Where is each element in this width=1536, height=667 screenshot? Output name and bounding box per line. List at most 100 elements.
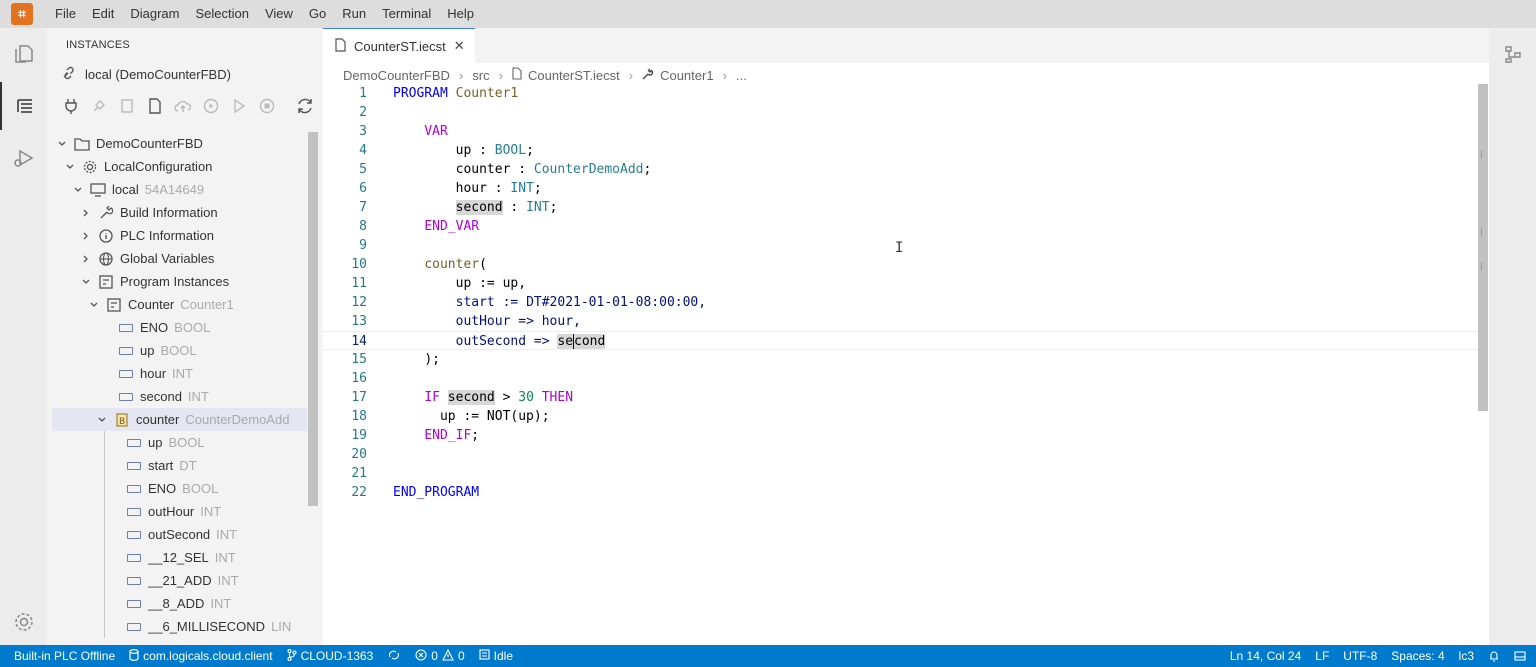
menu-edit[interactable]: Edit [84, 0, 122, 28]
sync-status[interactable] [380, 649, 408, 664]
tree-item-var[interactable]: __6_MILLISECOND LIN [52, 615, 307, 638]
breadcrumb-item[interactable]: CounterST.iecst [528, 68, 620, 83]
plc-status[interactable]: Built-in PLC Offline [0, 649, 122, 663]
tab-counterst[interactable]: CounterST.iecst ✕ [323, 28, 475, 63]
chevron-right-icon[interactable] [78, 251, 94, 267]
gear-icon [82, 159, 98, 175]
menu-file[interactable]: File [47, 0, 84, 28]
play-circle-icon[interactable] [197, 95, 225, 117]
run-icon[interactable] [225, 95, 253, 117]
menu-view[interactable]: View [257, 0, 301, 28]
settings-gear-icon[interactable] [0, 598, 47, 646]
tree-item-var[interactable]: __21_ADD INT [52, 569, 307, 592]
task-status[interactable]: Idle [472, 649, 520, 663]
tree-item-democounterfbd[interactable]: DemoCounterFBD [52, 132, 307, 155]
indentation-status[interactable]: Spaces: 4 [1384, 649, 1451, 663]
menu-run[interactable]: Run [334, 0, 374, 28]
local-connection-label: local (DemoCounterFBD) [85, 67, 231, 82]
tree-item-var[interactable]: outHour INT [52, 500, 307, 523]
code-line: 18 up := NOT(up); [351, 409, 550, 424]
chevron-right-icon[interactable] [78, 228, 94, 244]
tree-item-var[interactable]: ENO BOOL [52, 477, 307, 500]
tree-item-build-information[interactable]: Build Information [52, 201, 307, 224]
outline-icon[interactable] [1489, 30, 1536, 78]
tree-item-var[interactable]: hour INT [52, 362, 307, 385]
menu-terminal[interactable]: Terminal [374, 0, 439, 28]
chevron-down-icon[interactable] [70, 182, 86, 198]
breadcrumb-item[interactable]: ... [736, 68, 747, 83]
tree-item-counter-instance[interactable]: B counter CounterDemoAdd [52, 408, 307, 431]
menu-diagram[interactable]: Diagram [122, 0, 187, 28]
local-connection[interactable]: local (DemoCounterFBD) [61, 66, 231, 83]
app-logo-icon[interactable]: ⌗ [11, 3, 33, 25]
chevron-down-icon[interactable] [62, 159, 78, 175]
chevron-down-icon[interactable] [86, 297, 102, 313]
tree-item-var[interactable]: __12_SEL INT [52, 546, 307, 569]
sidebar-scrollbar[interactable] [308, 132, 318, 506]
tree-item-global-variables[interactable]: Global Variables [52, 247, 307, 270]
code-line-current: 14 outSecond => second [323, 331, 1488, 350]
explorer-icon[interactable] [0, 30, 47, 78]
chevron-down-icon[interactable] [94, 412, 110, 428]
connect-plug-icon[interactable] [57, 95, 85, 117]
cursor-position[interactable]: Ln 14, Col 24 [1223, 649, 1308, 663]
chevron-right-icon: › [498, 67, 503, 83]
tree-item-localconfiguration[interactable]: LocalConfiguration [52, 155, 307, 178]
build-icon[interactable] [113, 95, 141, 117]
bell-icon[interactable] [1481, 650, 1507, 662]
tree-type: INT [172, 366, 193, 381]
language-status[interactable]: lc3 [1452, 649, 1481, 663]
layout-icon[interactable] [1507, 650, 1536, 662]
menu-help[interactable]: Help [439, 0, 482, 28]
code-editor[interactable]: 1 PROGRAM Counter1 2 3 VAR 4 up : BOOL; 5… [323, 84, 1488, 502]
tree-item-var[interactable]: outSecond INT [52, 523, 307, 546]
instances-sidebar: INSTANCES local (DemoCounterFBD) DemoCou… [47, 28, 323, 645]
tree-type: BOOL [160, 343, 197, 358]
branch-status[interactable]: CLOUD-1363 [280, 648, 381, 664]
tree-item-var[interactable]: start DT [52, 454, 307, 477]
tree-label: __12_SEL [148, 550, 209, 565]
eol-status[interactable]: LF [1308, 649, 1336, 663]
instances-tree-icon[interactable] [0, 82, 47, 130]
tree-label: local [112, 182, 139, 197]
tree-item-var[interactable]: up BOOL [52, 339, 307, 362]
tree-item-var[interactable]: __8_ADD INT [52, 592, 307, 615]
chevron-down-icon[interactable] [54, 136, 70, 152]
program-icon [106, 297, 122, 313]
menu-go[interactable]: Go [301, 0, 334, 28]
tree-item-counter[interactable]: Counter Counter1 [52, 293, 307, 316]
tree-item-var[interactable]: second INT [52, 385, 307, 408]
editor-scrollbar[interactable] [1478, 84, 1488, 411]
breadcrumb-item[interactable]: DemoCounterFBD [343, 68, 450, 83]
breadcrumb-item[interactable]: Counter1 [660, 68, 713, 83]
new-file-icon[interactable] [141, 95, 169, 117]
chevron-down-icon[interactable] [78, 274, 94, 290]
disconnect-icon[interactable] [85, 95, 113, 117]
close-icon[interactable]: ✕ [454, 38, 465, 54]
chevron-right-icon: › [628, 67, 634, 83]
tree-item-var[interactable]: up BOOL [52, 431, 307, 454]
tree-item-plc-information[interactable]: PLC Information [52, 224, 307, 247]
tree-item-var[interactable]: ENO BOOL [52, 316, 307, 339]
tree-type: INT [214, 550, 236, 565]
chevron-right-icon[interactable] [78, 205, 94, 221]
tree-item-local[interactable]: local 54A14649 [52, 178, 307, 201]
right-activity-bar [1489, 28, 1536, 645]
globe-icon [98, 251, 114, 267]
run-debug-icon[interactable] [0, 134, 47, 182]
tree-type: INT [217, 573, 239, 588]
tree-item-program-instances[interactable]: Program Instances [52, 270, 307, 293]
upload-cloud-icon[interactable] [169, 95, 197, 117]
stop-circle-icon[interactable] [253, 95, 281, 117]
encoding-status[interactable]: UTF-8 [1336, 649, 1384, 663]
status-bar-right: Ln 14, Col 24 LF UTF-8 Spaces: 4 lc3 [1223, 649, 1536, 663]
breadcrumb-item[interactable]: src [472, 68, 489, 83]
problems-status[interactable]: 0 0 [408, 648, 471, 664]
refresh-icon[interactable] [291, 95, 319, 117]
code-line: 19 END_IF; [351, 428, 480, 443]
menu-selection[interactable]: Selection [187, 0, 256, 28]
code-line: 15 ); [351, 352, 440, 367]
workspace-status[interactable]: com.logicals.cloud.client [122, 648, 279, 664]
workspace-label: com.logicals.cloud.client [143, 649, 273, 663]
program-icon [98, 274, 114, 290]
